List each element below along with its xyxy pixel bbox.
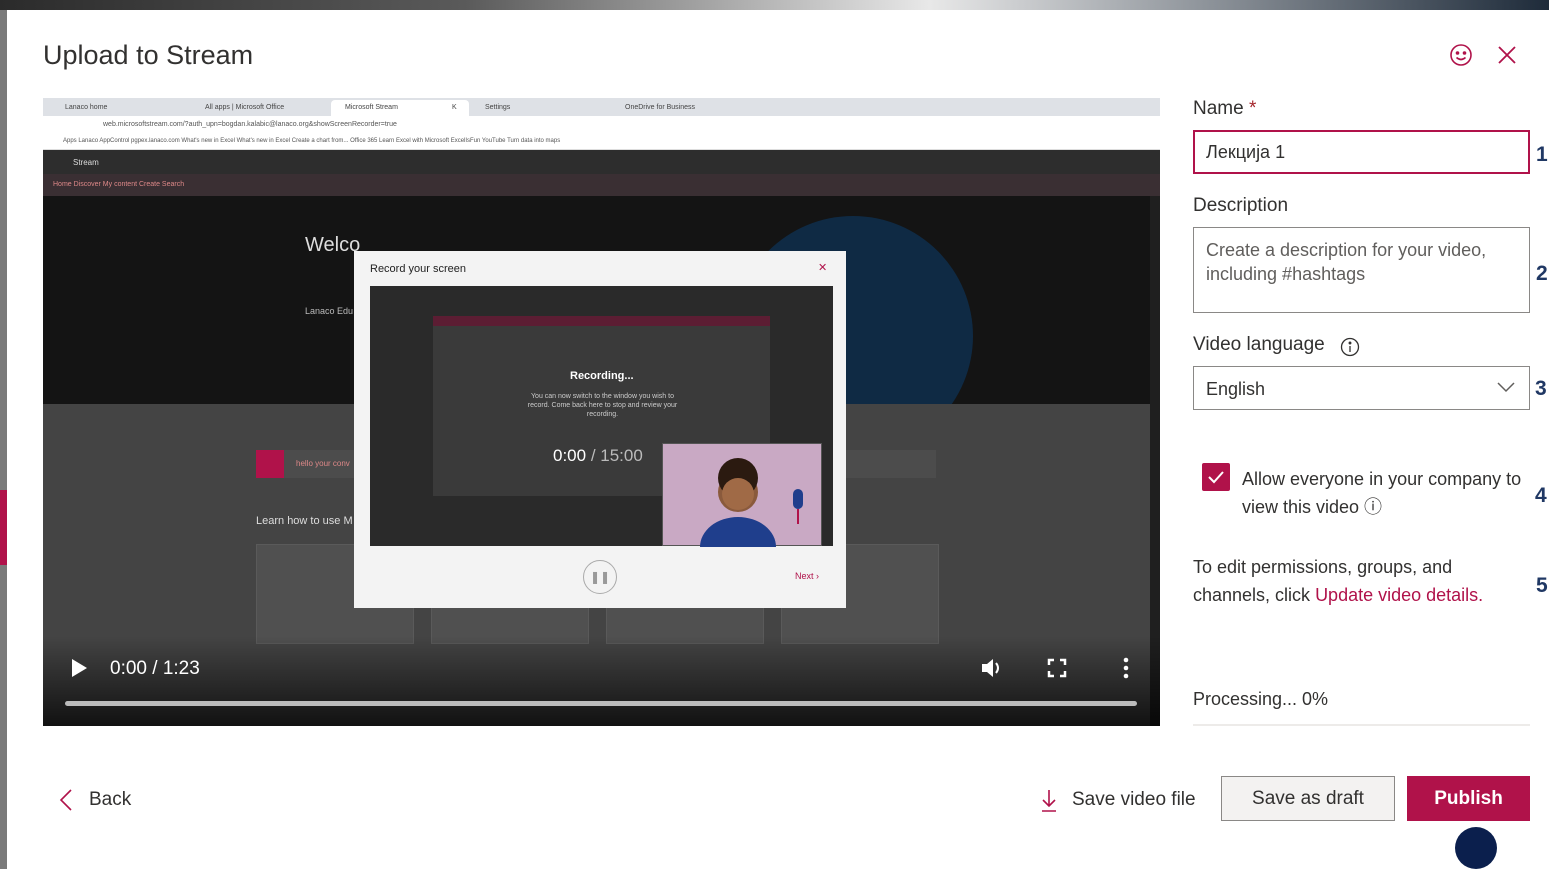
video-progress-bar[interactable] <box>65 701 1137 706</box>
annotation-number: 3 <box>1535 377 1547 400</box>
avatar <box>256 450 284 478</box>
more-options-icon[interactable] <box>1117 657 1135 679</box>
annotation-number: 5 <box>1536 574 1548 597</box>
next-link: Next › <box>795 571 820 581</box>
popup-close-icon: ✕ <box>818 262 828 274</box>
feedback-smiley-icon[interactable] <box>1449 43 1473 67</box>
browser-tab-strip: Lanaco home All apps | Microsoft Office … <box>43 98 1160 116</box>
hero-edu-text: Lanaco Edu <box>305 306 354 316</box>
stream-app-bar: Stream <box>43 150 1160 174</box>
video-language-label: Video language <box>1193 334 1325 355</box>
browser-address-bar: web.microsoftstream.com/?auth_upn=bogdan… <box>43 116 1160 134</box>
checkmark-icon <box>1208 471 1224 484</box>
required-mark: * <box>1248 98 1257 119</box>
back-label: Back <box>89 789 132 810</box>
info-icon[interactable] <box>1340 337 1360 357</box>
webcam-preview <box>662 443 822 577</box>
annotation-number: 1 <box>1536 143 1548 166</box>
allow-everyone-checkbox[interactable] <box>1202 463 1230 491</box>
pointer-indicator <box>1455 827 1497 869</box>
browser-tab: All apps | Microsoft Office <box>205 104 285 111</box>
save-as-draft-button[interactable]: Save as draft <box>1221 776 1395 821</box>
description-input[interactable] <box>1193 227 1530 313</box>
recording-description: You can now switch to the window you wis… <box>527 393 678 418</box>
fullscreen-icon[interactable] <box>1047 658 1067 678</box>
browser-tab: OneDrive for Business <box>625 104 696 111</box>
recording-screen: Recording... You can now switch to the w… <box>370 286 833 577</box>
video-time: 0:00 / 1:23 <box>110 658 200 679</box>
browser-tab: K <box>452 104 457 111</box>
timer-total: / 15:00 <box>586 446 643 465</box>
volume-icon[interactable] <box>980 657 1004 679</box>
update-video-details-link[interactable]: Update video details. <box>1315 585 1483 605</box>
annotation-number: 4 <box>1535 484 1547 507</box>
publish-button[interactable]: Publish <box>1407 776 1530 821</box>
back-button[interactable]: Back <box>59 785 131 815</box>
upload-dialog: Upload to Stream Lanaco home All apps | … <box>7 10 1549 869</box>
name-input[interactable] <box>1193 130 1530 174</box>
allow-everyone-label: Allow everyone in your company to view t… <box>1242 469 1522 517</box>
processing-progress-bar <box>1193 724 1530 726</box>
description-label: Description <box>1193 195 1289 216</box>
permissions-text: To edit permissions, groups, and channel… <box>1193 553 1523 609</box>
annotation-number: 2 <box>1536 262 1548 285</box>
background-accent <box>0 490 7 565</box>
next-label: Next <box>795 571 814 581</box>
profile-hint: hello your conv <box>296 459 350 468</box>
popup-title: Record your screen <box>370 263 466 275</box>
download-icon <box>1042 790 1056 812</box>
dialog-title: Upload to Stream <box>43 40 254 70</box>
chevron-down-icon <box>1497 382 1515 393</box>
person-avatar-icon <box>700 458 803 577</box>
background-top-strip <box>0 0 1549 10</box>
play-icon[interactable] <box>70 658 88 678</box>
hero-welcome-text: Welco <box>305 234 361 256</box>
save-video-file-label: Save video file <box>1072 789 1196 810</box>
browser-tab: Lanaco home <box>65 104 108 111</box>
background-left-strip <box>0 10 7 869</box>
video-language-select[interactable]: English <box>1193 366 1530 410</box>
browser-tab: Settings <box>485 104 511 111</box>
pause-icon: ❚❚ <box>583 560 617 594</box>
name-label: Name * <box>1193 98 1256 120</box>
record-screen-popup: Record your screen ✕ Recording... You ca… <box>354 251 846 608</box>
chevron-left-icon <box>59 789 72 811</box>
stream-nav-bar: Home Discover My content Create Search <box>43 174 1160 196</box>
recording-timer: 0:00 / 15:00 <box>553 446 643 466</box>
save-video-file-button[interactable]: Save video file <box>1040 785 1196 815</box>
processing-status: Processing... 0% <box>1193 689 1329 709</box>
learn-text: Learn how to use M <box>256 515 353 527</box>
video-player[interactable]: Lanaco home All apps | Microsoft Office … <box>43 98 1160 726</box>
recording-label: Recording... <box>570 370 634 382</box>
browser-bookmarks-bar: Apps Lanaco AppControl pgpex.lanaco.com … <box>43 134 1160 150</box>
video-controls-overlay <box>43 636 1160 726</box>
name-label-text: Name <box>1193 98 1244 119</box>
timer-current: 0:00 <box>553 446 587 465</box>
close-icon[interactable] <box>1497 45 1517 65</box>
